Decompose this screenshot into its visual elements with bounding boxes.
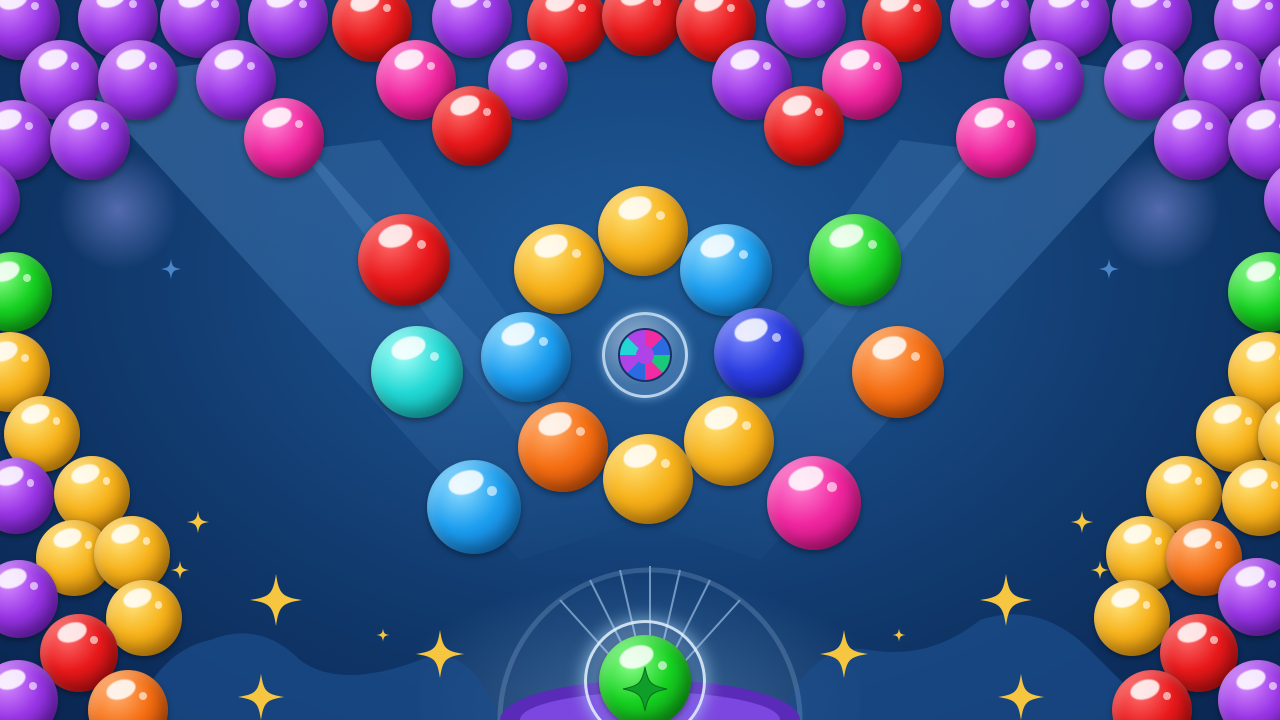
bubble-pink[interactable] (767, 456, 861, 550)
bubble-red[interactable] (432, 86, 512, 166)
bubble-yellow[interactable] (598, 186, 688, 276)
sparkle-star-icon (186, 510, 210, 534)
sparkle-star-icon (997, 673, 1045, 720)
rainbow-bubble-icon (618, 328, 672, 382)
sparkle-star-icon (1098, 258, 1120, 280)
bubble-blue[interactable] (680, 224, 772, 316)
bubble-green[interactable] (0, 252, 52, 332)
bubble-yellow[interactable] (514, 224, 604, 314)
bubble-pink[interactable] (956, 98, 1036, 178)
bubble-yellow[interactable] (684, 396, 774, 486)
bubble-shooter[interactable] (584, 620, 706, 720)
sparkle-star-icon (819, 629, 869, 679)
bubble-orange[interactable] (852, 326, 944, 418)
sparkle-star-icon (892, 628, 906, 642)
bubble-yellow[interactable] (603, 434, 693, 524)
sparkle-star-icon (376, 628, 390, 642)
bubble-purple[interactable] (432, 0, 512, 58)
bubble-purple[interactable] (50, 100, 130, 180)
sparkle-star-icon (170, 560, 190, 580)
bubble-yellow[interactable] (1094, 580, 1170, 656)
bubble-green[interactable] (809, 214, 901, 306)
bubble-purple[interactable] (1154, 100, 1234, 180)
sparkle-star-icon (160, 258, 182, 280)
bubble-red[interactable] (358, 214, 450, 306)
bubble-orange[interactable] (518, 402, 608, 492)
sparkle-star-icon (1070, 510, 1094, 534)
sparkle-star-icon (237, 673, 285, 720)
sparkle-star-icon (250, 574, 302, 626)
bubble-red[interactable] (602, 0, 682, 56)
bubble-cyan[interactable] (371, 326, 463, 418)
sparkle-star-icon (415, 629, 465, 679)
bubble-green[interactable] (1228, 252, 1280, 332)
star-gem-icon (622, 666, 668, 712)
bubble-yellow[interactable] (106, 580, 182, 656)
bubble-blue[interactable] (481, 312, 571, 402)
bubble-blue[interactable] (427, 460, 521, 554)
bubble-yellow[interactable] (94, 516, 170, 592)
game-scene[interactable] (0, 0, 1280, 720)
bubble-pink[interactable] (244, 98, 324, 178)
sparkle-star-icon (980, 574, 1032, 626)
bubble-navy[interactable] (714, 308, 804, 398)
rainbow-bubble[interactable] (602, 312, 688, 398)
bubble-red[interactable] (764, 86, 844, 166)
bubble-purple[interactable] (1218, 558, 1280, 636)
